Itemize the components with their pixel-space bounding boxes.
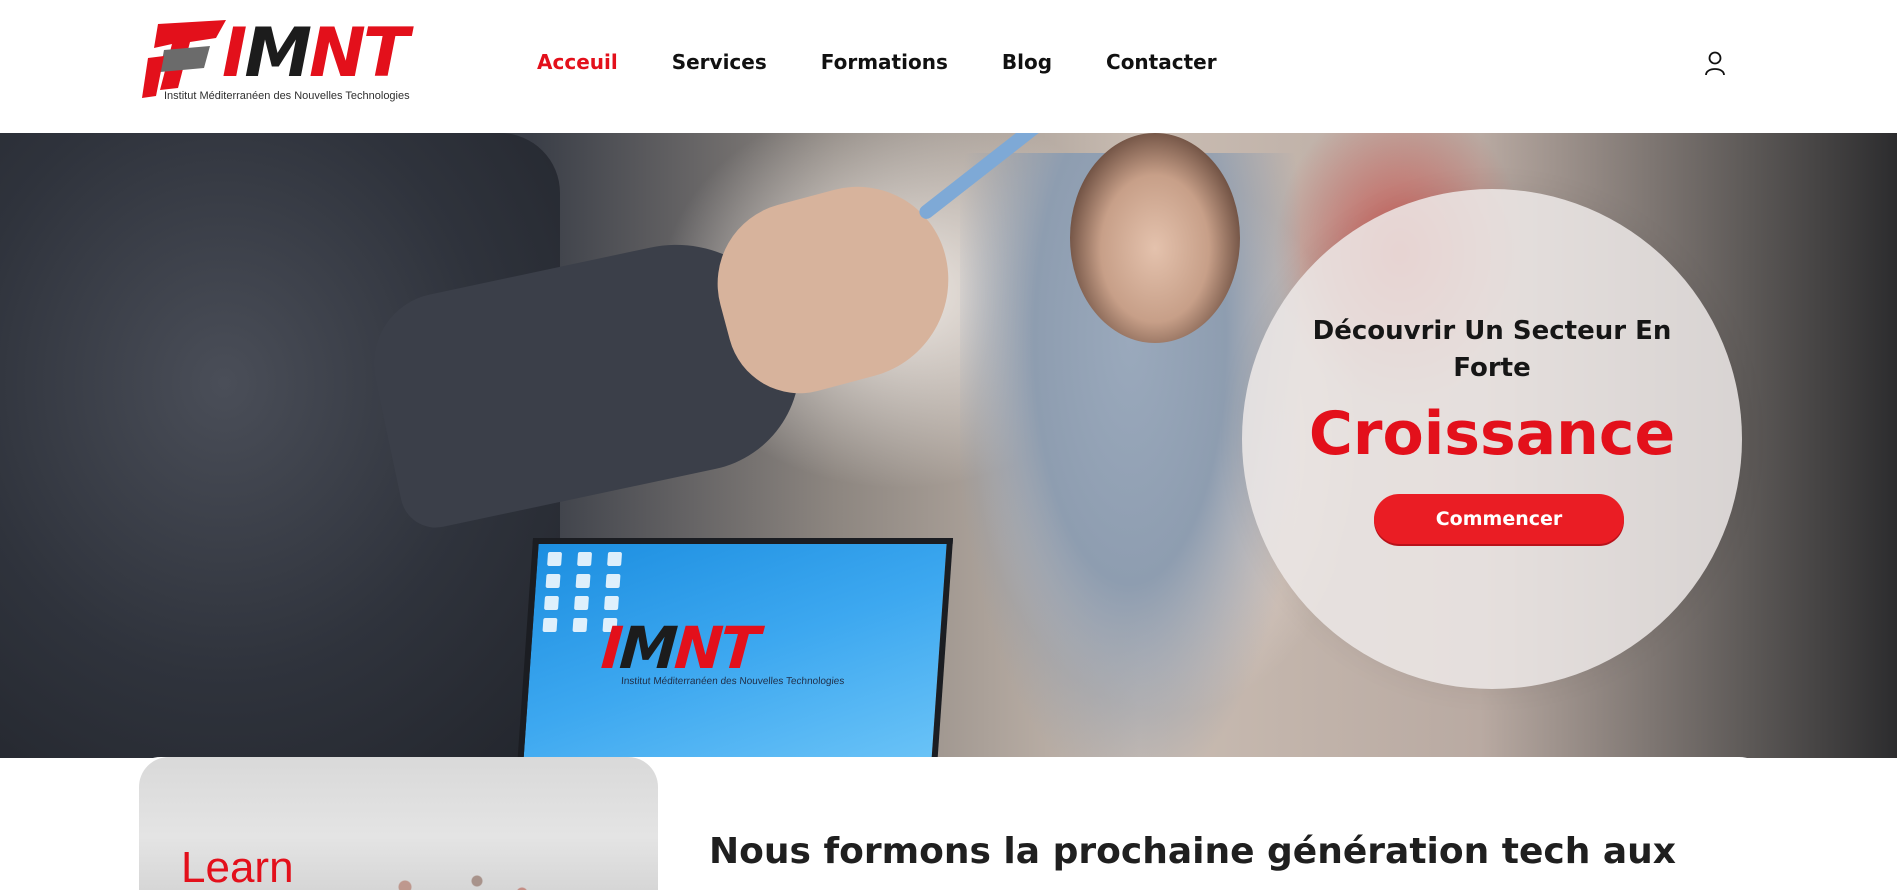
hero-laptop-screen: IMNT Institut Méditerranéen des Nouvelle… <box>516 538 954 758</box>
site-logo[interactable]: IMNT Institut Méditerranéen des Nouvelle… <box>138 16 454 108</box>
nav-item-blog[interactable]: Blog <box>1002 50 1052 74</box>
laptop-logo-tagline: Institut Méditerranéen des Nouvelles Tec… <box>620 676 845 687</box>
feature-image-text: Learn <box>181 843 294 890</box>
nav-item-contacter[interactable]: Contacter <box>1106 50 1217 74</box>
laptop-logo-letters-nt: NT <box>672 614 760 682</box>
hero-lead-text: Découvrir Un Secteur En Forte <box>1312 316 1672 383</box>
desktop-icon <box>604 596 619 610</box>
desktop-icon <box>545 574 561 588</box>
desktop-icon <box>572 618 588 632</box>
laptop-logo-letter-m: M <box>617 614 678 682</box>
commencer-button[interactable]: Commencer <box>1374 494 1624 544</box>
logo-tagline: Institut Méditerranéen des Nouvelles Tec… <box>164 90 410 102</box>
logo-wordmark: IMNT <box>222 18 409 90</box>
feature-image-decor <box>369 857 549 890</box>
desktop-icon <box>547 552 563 566</box>
nav-item-services[interactable]: Services <box>672 50 767 74</box>
feature-heading: Nous formons la prochaine génération tec… <box>709 831 1677 872</box>
desktop-icon <box>605 574 621 588</box>
hero-banner: IMNT Institut Méditerranéen des Nouvelle… <box>0 133 1897 758</box>
logo-letter-i: I <box>222 14 247 93</box>
desktop-icon <box>607 552 623 566</box>
hero-highlight-text: Croissance <box>1308 399 1676 469</box>
nav-item-formations[interactable]: Formations <box>821 50 948 74</box>
nav-item-acceuil[interactable]: Acceuil <box>537 50 618 74</box>
desktop-icon <box>577 552 593 566</box>
desktop-icon <box>544 596 559 610</box>
desktop-icon <box>574 596 589 610</box>
site-header: IMNT Institut Méditerranéen des Nouvelle… <box>0 0 1897 133</box>
logo-letter-m: M <box>244 14 312 93</box>
laptop-logo-wordmark: IMNT <box>599 614 759 682</box>
hero-photo-student-head <box>1070 133 1240 343</box>
feature-card: Learn Nous formons la prochaine générati… <box>125 757 1775 890</box>
hero-callout-circle: Découvrir Un Secteur En Forte Croissance… <box>1242 189 1742 689</box>
feature-image: Learn <box>139 757 658 890</box>
logo-letters-nt: NT <box>308 14 409 93</box>
desktop-icon <box>575 574 591 588</box>
desktop-icon <box>542 618 558 632</box>
main-nav: Acceuil Services Formations Blog Contact… <box>537 50 1271 74</box>
user-icon[interactable] <box>1703 50 1727 76</box>
